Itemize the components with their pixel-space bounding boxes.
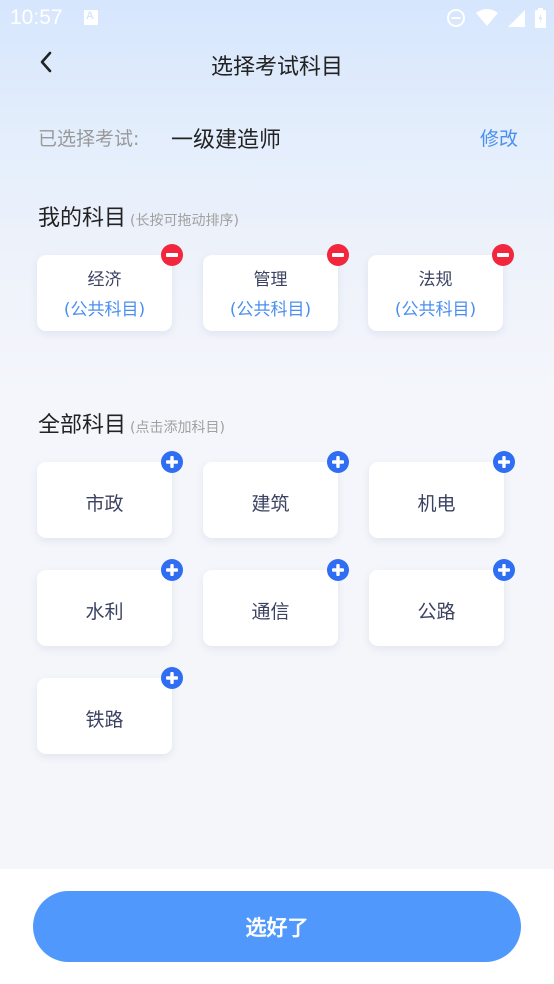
- selected-exam-value: 一级建造师: [171, 128, 282, 153]
- add-icon[interactable]: [493, 451, 515, 473]
- status-icons: [446, 7, 546, 29]
- subject-card[interactable]: 铁路: [37, 667, 183, 754]
- subject-card[interactable]: 机电: [369, 451, 515, 538]
- add-icon[interactable]: [161, 667, 183, 689]
- a-notification-icon: A: [84, 10, 98, 25]
- wifi-icon: [476, 9, 498, 27]
- subject-card[interactable]: 通信: [203, 559, 349, 646]
- my-subjects-title: 我的科目: [38, 206, 127, 231]
- selected-exam-row: 已选择考试: 一级建造师 修改: [38, 120, 518, 154]
- cellular-signal-icon: [508, 9, 525, 27]
- remove-icon[interactable]: [327, 244, 349, 266]
- my-subject-card[interactable]: 经济 (公共科目): [37, 244, 183, 331]
- subject-name: 水利: [85, 601, 124, 623]
- status-time: 10:57: [10, 6, 63, 29]
- subject-name: 经济: [87, 270, 122, 290]
- bottom-bar: 选好了: [0, 869, 554, 984]
- all-subjects-title: 全部科目: [38, 413, 127, 438]
- subject-name: 机电: [417, 493, 456, 515]
- modify-exam-link[interactable]: 修改: [480, 124, 518, 151]
- nav-bar: 选择考试科目: [0, 38, 554, 92]
- all-subjects-header: 全部科目 (点击添加科目): [38, 407, 225, 439]
- my-subject-card[interactable]: 管理 (公共科目): [203, 244, 349, 331]
- add-icon[interactable]: [161, 451, 183, 473]
- subject-name: 铁路: [85, 709, 124, 731]
- add-icon[interactable]: [327, 451, 349, 473]
- subject-card[interactable]: 建筑: [203, 451, 349, 538]
- all-subjects-hint: (点击添加科目): [130, 420, 225, 436]
- selected-exam-label: 已选择考试:: [38, 128, 140, 150]
- subject-name: 通信: [251, 601, 290, 623]
- subject-name: 建筑: [251, 493, 290, 515]
- do-not-disturb-icon: [446, 8, 466, 28]
- add-icon[interactable]: [161, 559, 183, 581]
- add-icon[interactable]: [327, 559, 349, 581]
- subject-card[interactable]: 公路: [369, 559, 515, 646]
- page-title: 选择考试科目: [210, 55, 343, 80]
- subject-card[interactable]: 市政: [37, 451, 183, 538]
- subject-name: 公路: [417, 601, 456, 623]
- subject-sub-label: (公共科目): [229, 300, 312, 320]
- add-icon[interactable]: [493, 559, 515, 581]
- battery-charging-icon: [535, 8, 546, 28]
- subject-name: 管理: [253, 270, 288, 290]
- subject-sub-label: (公共科目): [394, 300, 477, 320]
- remove-icon[interactable]: [161, 244, 183, 266]
- status-bar: 10:57 A: [0, 0, 554, 38]
- subject-name: 法规: [418, 270, 453, 290]
- subject-name: 市政: [85, 493, 124, 515]
- remove-icon[interactable]: [492, 244, 514, 266]
- my-subject-card[interactable]: 法规 (公共科目): [368, 244, 514, 331]
- subject-sub-label: (公共科目): [63, 300, 146, 320]
- my-subjects-hint: (长按可拖动排序): [130, 213, 239, 229]
- my-subjects-header: 我的科目 (长按可拖动排序): [38, 200, 239, 232]
- subject-card[interactable]: 水利: [37, 559, 183, 646]
- confirm-button[interactable]: 选好了: [33, 891, 521, 962]
